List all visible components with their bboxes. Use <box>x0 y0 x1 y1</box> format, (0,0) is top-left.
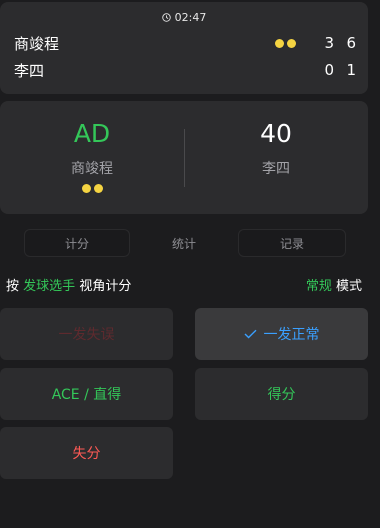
player-2-sets: 1 <box>346 61 356 79</box>
scoring-mode-line: 按 发球选手 视角计分 常规 模式 <box>6 274 362 294</box>
serve-dot-icon <box>287 38 296 48</box>
timer-value: 02:47 <box>174 11 207 24</box>
scoreboard-card: 02:47 商竣程 3 6 李四 0 1 <box>0 2 368 94</box>
player-2-games: 0 <box>324 61 334 79</box>
perspective-text: 按 发球选手 视角计分 <box>6 275 306 294</box>
lose-point-button[interactable]: 失分 <box>0 427 173 479</box>
ace-label: ACE / 直得 <box>51 387 122 403</box>
tab-bar: 计分 统计 记录 <box>0 229 368 257</box>
point-left-panel: AD 商竣程 <box>0 101 184 214</box>
point-score-card: AD 商竣程 40 李四 <box>0 101 368 214</box>
first-fault-label: 一发失误 <box>58 327 115 343</box>
mode-highlight[interactable]: 常规 <box>306 279 332 294</box>
perspective-suffix: 视角计分 <box>79 278 132 294</box>
tab-scoring[interactable]: 计分 <box>24 229 130 257</box>
first-serve-in-button[interactable]: 一发正常 <box>195 308 368 360</box>
serve-dot-icon <box>93 184 103 193</box>
serve-dot-icon <box>275 38 284 48</box>
check-icon <box>244 329 257 339</box>
point-right-panel: 40 李四 <box>184 101 368 214</box>
player-2-name: 李四 <box>14 61 45 80</box>
perspective-highlight[interactable]: 发球选手 <box>23 279 75 294</box>
serve-dot-icon <box>81 184 91 193</box>
point-right-name: 李四 <box>262 161 290 177</box>
scoreboard-row-player-1: 商竣程 3 6 <box>14 33 356 53</box>
clock-icon <box>161 13 171 22</box>
tab-statistics[interactable]: 统计 <box>131 229 237 257</box>
serve-indicator <box>275 38 296 48</box>
point-left-name: 商竣程 <box>71 161 113 177</box>
player-1-games: 3 <box>324 34 334 52</box>
first-serve-in-label: 一发正常 <box>263 327 320 343</box>
player-1-name: 商竣程 <box>14 34 60 53</box>
scoring-screen: 02:47 商竣程 3 6 李四 0 1 AD 商竣程 40 李四 计分 统计 … <box>0 0 380 528</box>
ace-button[interactable]: ACE / 直得 <box>0 368 173 420</box>
point-left-serve-indicator <box>0 184 184 193</box>
player-1-sets: 6 <box>346 34 356 52</box>
lose-point-label: 失分 <box>72 446 101 462</box>
mode-suffix: 模式 <box>335 278 362 294</box>
tab-records[interactable]: 记录 <box>238 229 346 257</box>
perspective-prefix: 按 <box>6 278 20 294</box>
win-point-button[interactable]: 得分 <box>195 368 368 420</box>
win-point-label: 得分 <box>267 387 296 403</box>
scoreboard-row-player-2: 李四 0 1 <box>14 60 356 80</box>
point-right-score: 40 <box>260 119 292 148</box>
point-left-score: AD <box>73 119 111 148</box>
first-fault-button[interactable]: 一发失误 <box>0 308 173 360</box>
match-timer: 02:47 <box>0 11 368 24</box>
mode-text: 常规 模式 <box>306 275 362 294</box>
